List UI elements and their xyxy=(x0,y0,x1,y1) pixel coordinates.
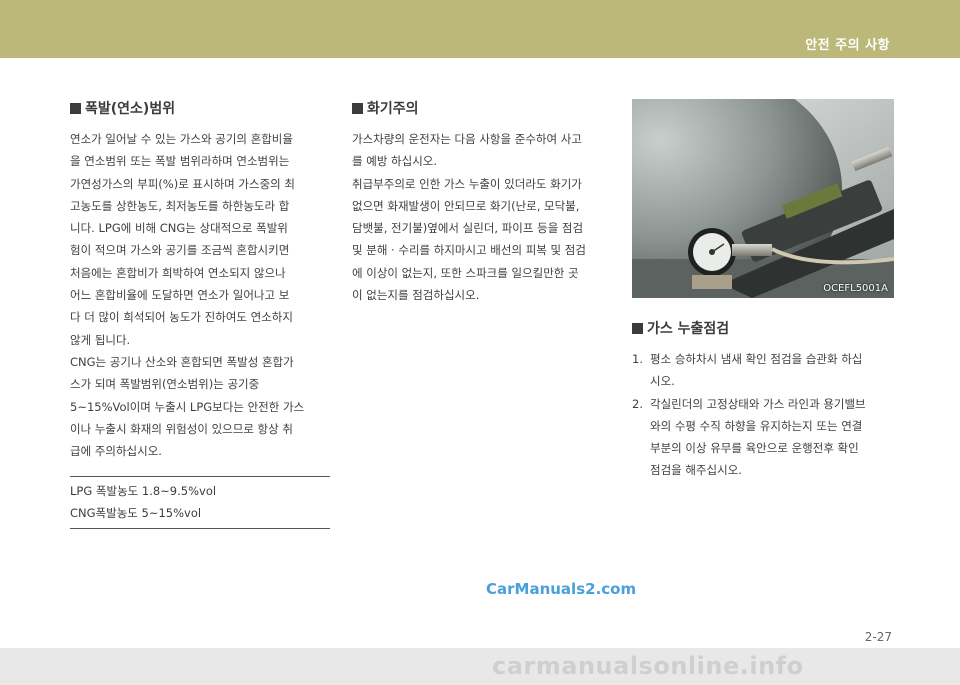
square-bullet-icon xyxy=(70,102,81,114)
fire-caution-paragraph: 가스차량의 운전자는 다음 사항을 준수하여 사고 를 예방 하십시오. 취급부… xyxy=(352,128,614,306)
heading-text: 화기주의 xyxy=(367,101,419,117)
text-line: 취급부주의로 인한 가스 누출이 있더라도 화기가 xyxy=(352,176,582,191)
text-line: 처음에는 혼합비가 희박하여 연소되지 않으나 xyxy=(70,265,286,280)
list-item: 2. 각실린더의 고정상태와 가스 라인과 용기밸브 와의 수평 수직 하향을 … xyxy=(632,393,894,482)
list-item: 1. 평소 승하차시 냄새 확인 점검을 습관화 하십 시오. xyxy=(632,348,894,393)
text-line: 없으면 화재발생이 안되므로 화기(난로, 모닥불, xyxy=(352,198,580,213)
explosion-range-heading: 폭발(연소)범위 xyxy=(70,98,330,118)
text-line: 가스차량의 운전자는 다음 사항을 준수하여 사고 xyxy=(352,132,582,146)
text-line: 고농도를 상한농도, 최저농도를 하한농도라 합 xyxy=(70,198,290,213)
text-line: 이나 누출시 화재의 위험성이 있으므로 항상 취 xyxy=(70,421,293,436)
text-line: 다 더 많이 희석되어 농도가 진하여도 연소하지 xyxy=(70,310,293,325)
square-bullet-icon xyxy=(632,322,643,334)
item-text: 평소 승하차시 냄새 확인 점검을 습관화 하십 시오. xyxy=(650,348,894,393)
text-line: 연소가 일어날 수 있는 가스와 공기의 혼합비율 xyxy=(70,132,293,146)
square-bullet-icon xyxy=(352,102,363,114)
text-line: 에 이상이 없는지, 또한 스파크를 일으킬만한 곳 xyxy=(352,265,579,280)
watermark-link[interactable]: CarManuals2.com xyxy=(486,580,636,598)
gas-leak-section: OCEFL5001A 가스 누출점검 1. 평소 승하차시 냄새 확인 점검을 … xyxy=(632,99,894,482)
text-line: 않게 됩니다. xyxy=(70,332,131,347)
text-line: 5~15%Vol이며 누출시 LPG보다는 안전한 가스 xyxy=(70,399,305,414)
text-line: 가연성가스의 부피(%)로 표시하며 가스중의 최 xyxy=(70,176,295,191)
cng-concentration: CNG폭발농도 5~15%vol xyxy=(70,506,202,521)
text-line: 스가 되며 폭발범위(연소범위)는 공기중 xyxy=(70,377,260,392)
text-line: 어느 혼합비율에 도달하면 연소가 일어나고 보 xyxy=(70,288,290,303)
explosion-range-paragraph: 연소가 일어날 수 있는 가스와 공기의 혼합비율 을 연소범위 또는 폭발 범… xyxy=(70,128,330,462)
text-line: CNG는 공기나 산소와 혼합되면 폭발성 혼합가 xyxy=(70,354,294,369)
lpg-concentration: LPG 폭발농도 1.8~9.5%vol xyxy=(70,484,217,499)
footer-band xyxy=(0,648,960,685)
gas-leak-checklist: 1. 평소 승하차시 냄새 확인 점검을 습관화 하십 시오. 2. 각실린더의… xyxy=(632,348,894,482)
section-title: 안전 주의 사항 xyxy=(805,38,890,53)
text-line: 험이 적으며 가스와 공기를 조금씩 혼합시키면 xyxy=(70,243,290,258)
text-line: 부분의 이상 유무를 육안으로 운행전후 확인 xyxy=(650,441,859,456)
text-line: 를 예방 하십시오. xyxy=(352,154,438,169)
fire-caution-section: 화기주의 가스차량의 운전자는 다음 사항을 준수하여 사고 를 예방 하십시오… xyxy=(352,98,614,306)
fire-caution-heading: 화기주의 xyxy=(352,98,614,118)
text-line: 이 없는지를 점검하십시오. xyxy=(352,288,480,303)
item-number: 2. xyxy=(632,396,643,411)
text-line: 및 분해 · 수리를 하지마시고 배선의 피복 및 점검 xyxy=(352,243,586,258)
text-line: 담뱃불, 전기불)옆에서 실린더, 파이프 등을 점검 xyxy=(352,221,584,236)
text-line: 평소 승하차시 냄새 확인 점검을 습관화 하십 xyxy=(650,352,863,366)
heading-text: 폭발(연소)범위 xyxy=(85,101,176,117)
text-line: 각실린더의 고정상태와 가스 라인과 용기밸브 xyxy=(650,396,866,411)
footer-watermark: carmanualsonline.info xyxy=(492,652,804,680)
explosion-range-section: 폭발(연소)범위 연소가 일어날 수 있는 가스와 공기의 혼합비율 을 연소범… xyxy=(70,98,330,530)
gas-cylinder-illustration xyxy=(632,99,894,298)
text-line: 급에 주의하십시오. xyxy=(70,444,162,459)
explosion-concentration-box: LPG 폭발농도 1.8~9.5%vol CNG폭발농도 5~15%vol xyxy=(70,476,330,530)
text-line: 시오. xyxy=(650,374,675,389)
text-line: 와의 수평 수직 하향을 유지하는지 또는 연결 xyxy=(650,418,863,433)
page-number: 2-27 xyxy=(864,630,892,644)
gas-leak-heading: 가스 누출점검 xyxy=(632,318,894,338)
text-line: 을 연소범위 또는 폭발 범위라하며 연소범위는 xyxy=(70,154,290,169)
gas-cylinder-valve-photo: OCEFL5001A xyxy=(632,99,894,298)
text-line: 니다. LPG에 비해 CNG는 상대적으로 폭발위 xyxy=(70,221,288,236)
photo-code: OCEFL5001A xyxy=(823,283,888,294)
item-number: 1. xyxy=(632,352,643,366)
text-line: 점검을 해주십시오. xyxy=(650,463,742,478)
item-text: 각실린더의 고정상태와 가스 라인과 용기밸브 와의 수평 수직 하향을 유지하… xyxy=(650,393,894,482)
heading-text: 가스 누출점검 xyxy=(647,321,730,337)
